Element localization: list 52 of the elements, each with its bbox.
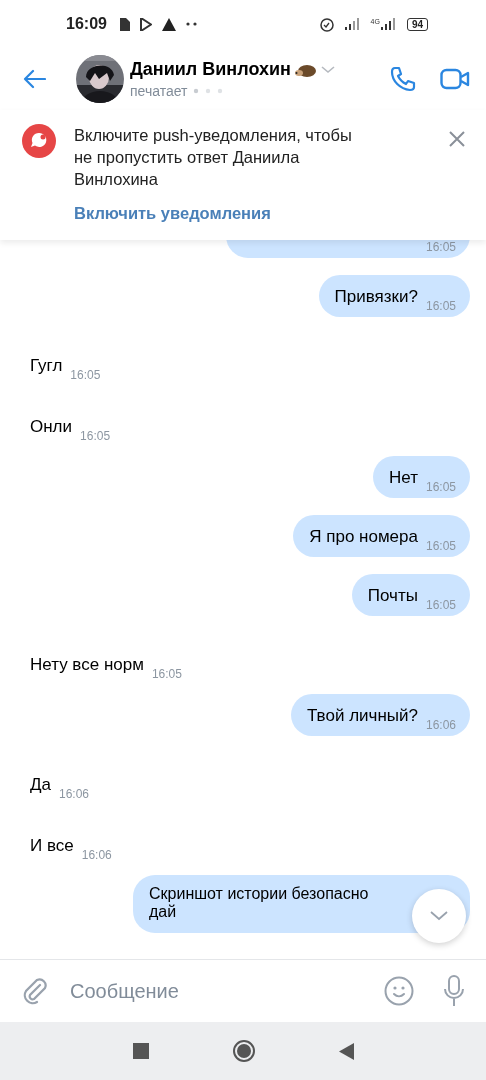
- status-time: 16:09: [66, 15, 107, 33]
- enable-notifications-link[interactable]: Включить уведомления: [74, 204, 430, 223]
- message-text: И все: [30, 835, 74, 857]
- warning-icon: [161, 17, 176, 31]
- sim-card-icon: [118, 17, 130, 31]
- back-arrow-icon[interactable]: [22, 69, 46, 89]
- signal-icon: [380, 18, 397, 30]
- square-icon[interactable]: [132, 1043, 149, 1059]
- message-time: 16:05: [425, 240, 456, 254]
- alarm-icon: [318, 16, 335, 32]
- close-icon[interactable]: [448, 130, 466, 148]
- play-store-icon: [139, 17, 152, 31]
- message-text: Нет: [389, 467, 418, 489]
- chat-bubble-icon: [22, 124, 56, 158]
- message-time: 16:05: [425, 299, 456, 313]
- message-text: Почты: [367, 585, 418, 607]
- message-time: 16:06: [81, 848, 112, 862]
- message-text: Я про номера: [309, 526, 418, 548]
- microphone-icon[interactable]: [442, 975, 466, 1007]
- paperclip-icon[interactable]: [22, 977, 48, 1005]
- message-time: 16:06: [58, 787, 89, 801]
- message-time: 16:05: [80, 429, 111, 443]
- back-triangle-icon[interactable]: [338, 1042, 354, 1060]
- contact-name[interactable]: Даниил Винлохин: [130, 59, 291, 80]
- message-text: Нету все норм: [30, 654, 144, 676]
- message-time: 16:05: [70, 368, 101, 382]
- banner-message: Включите push-уведомления, чтобы не пропустить ответ Даниила Винлохина: [74, 125, 353, 190]
- typing-dots-icon: [193, 88, 224, 94]
- battery-icon: 94: [406, 17, 428, 31]
- message-field[interactable]: Сообщение: [68, 978, 364, 1004]
- chevron-down-icon[interactable]: [320, 65, 335, 74]
- message-time: 16:05: [425, 480, 456, 494]
- video-camera-icon[interactable]: [440, 68, 470, 90]
- message-time: 16:05: [151, 667, 182, 681]
- message-text: Онли: [30, 416, 73, 438]
- home-circle-icon[interactable]: [232, 1040, 255, 1062]
- message-text: Гугл: [30, 355, 63, 377]
- signal-icon: [344, 18, 361, 30]
- message-time: 16:05: [425, 598, 456, 612]
- message-text: Да: [30, 774, 51, 796]
- smiley-icon[interactable]: [384, 976, 414, 1006]
- typing-status: печатает: [130, 83, 188, 99]
- message-text: дай: [149, 903, 177, 921]
- phone-icon[interactable]: [388, 65, 416, 93]
- message-text: Привязки?: [334, 286, 418, 308]
- message-time: 16:06: [425, 718, 456, 732]
- chevron-down-icon: [430, 911, 448, 921]
- message-text: Скриншот истории безопасно: [149, 885, 369, 903]
- message-text: Твой личный?: [307, 705, 418, 727]
- message-time: 16:05: [425, 539, 456, 553]
- more-dots-icon: [185, 22, 198, 26]
- hedgehog-icon: [294, 62, 317, 77]
